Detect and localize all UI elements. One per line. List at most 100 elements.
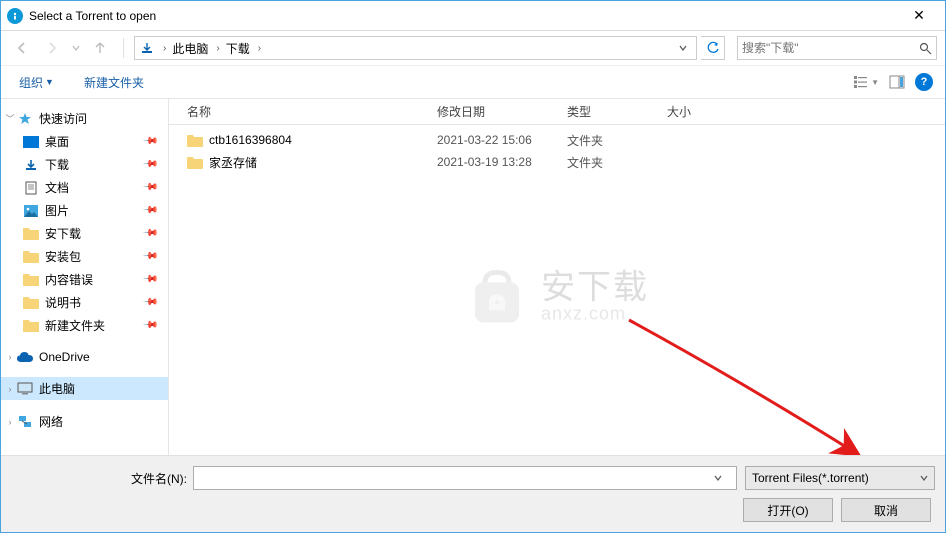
sidebar-item-label: 快速访问 (39, 110, 162, 127)
bottom-panel: 文件名(N): Torrent Files(*.torrent) 打开(O) 取… (1, 455, 945, 532)
col-name[interactable]: 名称 (181, 103, 431, 120)
sidebar-item-label: 网络 (39, 413, 162, 430)
expand-icon[interactable]: › (5, 384, 15, 394)
folder-icon (187, 156, 203, 169)
sidebar-item-label: 此电脑 (39, 380, 162, 397)
sidebar-item-label: 文档 (45, 179, 138, 196)
file-row[interactable]: 家丞存储 2021-03-19 13:28 文件夹 (181, 151, 945, 173)
sidebar-item-desktop[interactable]: 桌面 📌 (1, 130, 168, 153)
chevron-right-icon[interactable]: › (254, 43, 265, 54)
sidebar-this-pc[interactable]: › 此电脑 (1, 377, 168, 400)
sidebar-network[interactable]: › 网络 (1, 410, 168, 433)
watermark-en: anxz.com (541, 304, 649, 322)
file-row[interactable]: ctb1616396804 2021-03-22 15:06 文件夹 (181, 129, 945, 151)
cancel-button[interactable]: 取消 (841, 498, 931, 522)
chevron-down-icon: ▼ (45, 77, 54, 87)
address-dropdown[interactable] (674, 44, 692, 52)
sidebar-item-downloads[interactable]: 下载 📌 (1, 153, 168, 176)
pin-icon: 📌 (141, 202, 158, 219)
search-box[interactable] (737, 36, 937, 60)
sidebar-onedrive[interactable]: › OneDrive (1, 347, 168, 367)
filetype-select[interactable]: Torrent Files(*.torrent) (745, 466, 935, 490)
organize-menu[interactable]: 组织 ▼ (13, 70, 60, 95)
address-bar[interactable]: › 此电脑› 下载› (134, 36, 697, 60)
chevron-down-icon[interactable] (714, 474, 732, 482)
sidebar-item-label: 安下载 (45, 225, 138, 242)
file-name: ctb1616396804 (209, 133, 292, 147)
sidebar-item-label: OneDrive (39, 350, 162, 364)
search-icon[interactable] (919, 42, 932, 55)
sidebar-item-documents[interactable]: 文档 📌 (1, 176, 168, 199)
nav-forward-button[interactable] (39, 35, 65, 61)
folder-icon (23, 319, 39, 332)
filetype-label: Torrent Files(*.torrent) (752, 471, 869, 485)
help-button[interactable]: ? (915, 73, 933, 91)
sidebar-item-folder[interactable]: 安装包 📌 (1, 245, 168, 268)
refresh-button[interactable] (701, 36, 725, 60)
cloud-icon (17, 350, 33, 364)
file-list-body[interactable]: ctb1616396804 2021-03-22 15:06 文件夹 家丞存储 … (169, 125, 945, 455)
sidebar-item-folder[interactable]: 新建文件夹 📌 (1, 314, 168, 337)
bag-icon (465, 264, 529, 328)
close-button[interactable]: ✕ (899, 2, 939, 30)
folder-icon (23, 273, 39, 286)
pin-icon: 📌 (141, 248, 158, 265)
titlebar: Select a Torrent to open ✕ (1, 1, 945, 31)
view-options-button[interactable]: ▼ (853, 75, 879, 89)
separator (123, 38, 124, 58)
pin-icon: 📌 (141, 225, 158, 242)
nav-up-button[interactable] (87, 35, 113, 61)
expand-icon[interactable]: › (5, 417, 15, 427)
file-date: 2021-03-19 13:28 (431, 155, 561, 169)
nav-back-button[interactable] (9, 35, 35, 61)
sidebar-item-label: 内容错误 (45, 271, 138, 288)
sidebar-item-folder[interactable]: 安下载 📌 (1, 222, 168, 245)
filename-input[interactable] (198, 471, 714, 485)
chevron-right-icon[interactable]: › (212, 43, 223, 54)
sidebar-item-folder[interactable]: 内容错误 📌 (1, 268, 168, 291)
folder-icon (187, 134, 203, 147)
chevron-right-icon[interactable]: › (159, 43, 170, 54)
downloads-location-icon (139, 41, 155, 55)
picture-icon (23, 204, 39, 218)
expand-icon[interactable]: ﹀ (5, 112, 15, 125)
file-date: 2021-03-22 15:06 (431, 133, 561, 147)
network-icon (17, 415, 33, 429)
nav-recent-dropdown[interactable] (69, 35, 83, 61)
desktop-icon (23, 135, 39, 149)
navbar: › 此电脑› 下载› (1, 31, 945, 65)
col-type[interactable]: 类型 (561, 103, 661, 120)
sidebar-item-label: 说明书 (45, 294, 138, 311)
open-button[interactable]: 打开(O) (743, 498, 833, 522)
expand-icon[interactable]: › (5, 352, 15, 362)
computer-icon (17, 382, 33, 396)
document-icon (23, 181, 39, 195)
chevron-down-icon (920, 474, 928, 482)
breadcrumb-root[interactable]: 此电脑 (170, 40, 210, 57)
pin-icon: 📌 (141, 294, 158, 311)
sidebar-item-pictures[interactable]: 图片 📌 (1, 199, 168, 222)
new-folder-button[interactable]: 新建文件夹 (78, 70, 150, 95)
col-size[interactable]: 大小 (661, 103, 741, 120)
column-headers: 名称 修改日期 类型 大小 (169, 99, 945, 125)
sidebar-item-label: 桌面 (45, 133, 138, 150)
watermark: 安下载 anxz.com (465, 264, 649, 328)
download-icon (23, 158, 39, 172)
breadcrumb-folder[interactable]: 下载 (224, 40, 252, 57)
folder-icon (23, 250, 39, 263)
sidebar-item-folder[interactable]: 说明书 📌 (1, 291, 168, 314)
preview-pane-button[interactable] (889, 75, 905, 89)
pin-icon: 📌 (141, 179, 158, 196)
sidebar-item-label: 图片 (45, 202, 138, 219)
file-name: 家丞存储 (209, 154, 257, 171)
sidebar-item-label: 新建文件夹 (45, 317, 138, 334)
watermark-cn: 安下载 (541, 270, 649, 304)
filename-combobox[interactable] (193, 466, 737, 490)
sidebar-quick-access[interactable]: ﹀ 快速访问 (1, 107, 168, 130)
organize-label: 组织 (19, 74, 43, 91)
pin-icon: 📌 (141, 133, 158, 150)
search-input[interactable] (742, 41, 919, 55)
col-date[interactable]: 修改日期 (431, 103, 561, 120)
new-folder-label: 新建文件夹 (84, 74, 144, 91)
star-icon (17, 112, 33, 126)
